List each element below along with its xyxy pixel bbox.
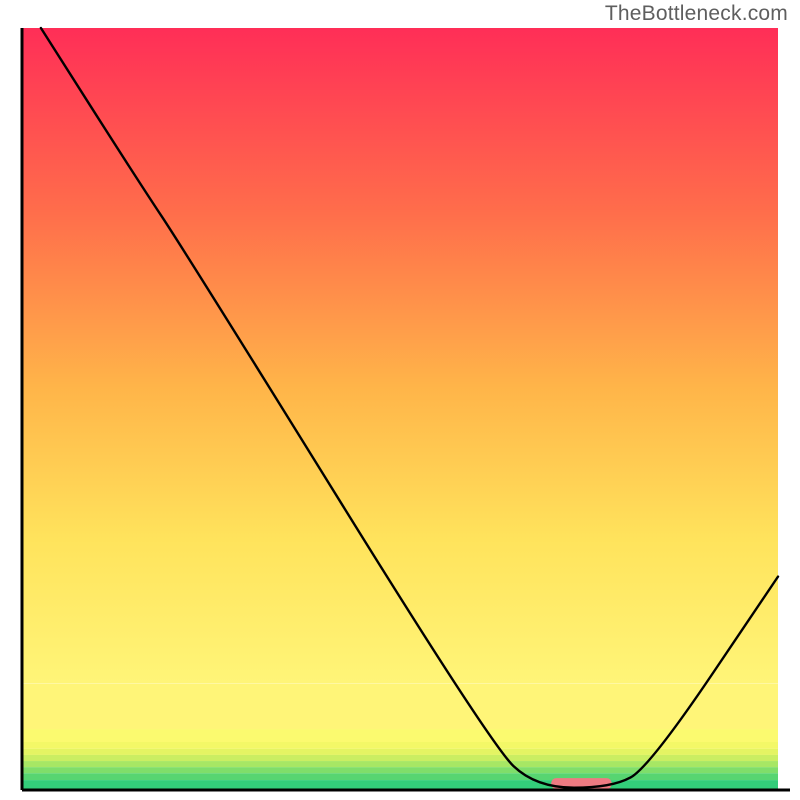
color-band bbox=[22, 749, 778, 755]
plot-area bbox=[22, 28, 790, 790]
color-band bbox=[22, 755, 778, 761]
color-band bbox=[22, 767, 778, 773]
watermark-text: TheBottleneck.com bbox=[605, 2, 788, 26]
color-band bbox=[22, 683, 778, 729]
heat-gradient bbox=[22, 28, 778, 683]
lower-bands bbox=[22, 683, 778, 790]
color-band bbox=[22, 773, 778, 780]
color-band bbox=[22, 742, 778, 749]
chart-svg bbox=[0, 0, 800, 800]
color-band bbox=[22, 761, 778, 767]
